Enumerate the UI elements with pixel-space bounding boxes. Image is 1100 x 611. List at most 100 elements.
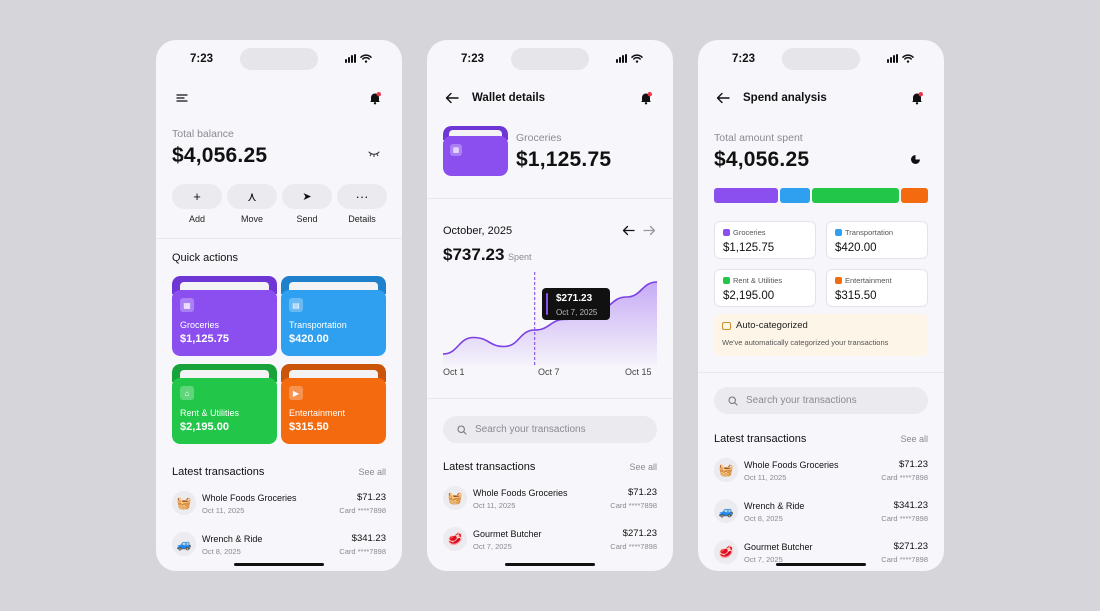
- category-share-bar: [714, 188, 928, 203]
- send-label: Send: [296, 214, 318, 224]
- total-label: Total amount spent: [714, 132, 803, 144]
- wifi-icon: [360, 54, 372, 63]
- transaction-card: Card ****7898: [610, 501, 657, 510]
- wallet-name: Entertainment: [289, 408, 346, 418]
- previous-month-arrow-icon[interactable]: [622, 225, 635, 236]
- search-placeholder: Search your transactions: [746, 395, 857, 406]
- transaction-date: Oct 11, 2025: [473, 501, 516, 510]
- wallet-card-groceries[interactable]: ▦ Groceries $1,125.75: [172, 276, 277, 356]
- share-segment: [900, 188, 928, 203]
- transaction-amount: $71.23: [898, 459, 928, 470]
- transaction-name: Wrench & Ride: [202, 534, 263, 544]
- x-tick-label: Oct 15: [625, 367, 652, 377]
- wallet-card-entertainment[interactable]: ▶ Entertainment $315.50: [281, 364, 386, 444]
- transaction-date: Oct 8, 2025: [744, 514, 783, 523]
- move-label: Move: [240, 214, 263, 224]
- total-amount: $4,056.25: [714, 148, 810, 171]
- groceries-icon: [723, 229, 730, 236]
- phone-home-screen: 7:23 Total balance $4,056.25 + ⋏ ➤ ··· A…: [156, 40, 402, 571]
- transaction-amount: $71.23: [356, 492, 386, 503]
- category-rent-utilities[interactable]: Rent & Utilities $2,195.00: [714, 269, 816, 307]
- dynamic-island: [511, 48, 589, 70]
- wallet-name: Groceries: [516, 132, 562, 144]
- meat-icon: 🥩: [443, 527, 467, 551]
- wallet-amount: $420.00: [289, 333, 329, 345]
- menu-icon[interactable]: [176, 93, 188, 102]
- move-button[interactable]: ⋏: [227, 184, 277, 209]
- category-name: Rent & Utilities: [733, 276, 783, 285]
- category-amount: $315.50: [835, 290, 877, 302]
- notification-bell-icon[interactable]: [639, 91, 653, 105]
- see-all-link[interactable]: See all: [900, 434, 928, 444]
- transaction-card: Card ****7898: [881, 514, 928, 523]
- see-all-link[interactable]: See all: [358, 467, 386, 477]
- status-icons: [887, 54, 914, 63]
- wallet-name: Transportation: [289, 320, 347, 330]
- signal-icon: [616, 54, 627, 63]
- back-arrow-icon[interactable]: [445, 92, 459, 104]
- share-segment: [714, 188, 779, 203]
- transportation-icon: [835, 229, 842, 236]
- wallet-amount: $1,125.75: [516, 148, 612, 171]
- category-groceries[interactable]: Groceries $1,125.75: [714, 221, 816, 259]
- auto-categorized-title: Auto-categorized: [736, 320, 808, 331]
- dynamic-island: [782, 48, 860, 70]
- category-transportation[interactable]: Transportation $420.00: [826, 221, 928, 259]
- auto-categorized-banner: Auto-categorized We've automatically cat…: [714, 314, 928, 356]
- search-placeholder: Search your transactions: [475, 424, 586, 435]
- search-input[interactable]: Search your transactions: [443, 416, 657, 443]
- car-icon: 🚙: [172, 532, 196, 556]
- wallet-card-rent-utilities[interactable]: ⌂ Rent & Utilities $2,195.00: [172, 364, 277, 444]
- details-label: Details: [348, 214, 376, 224]
- details-button[interactable]: ···: [337, 184, 387, 209]
- spent-amount: $737.23: [443, 245, 505, 264]
- divider: [427, 198, 673, 199]
- wallet-amount: $315.50: [289, 421, 329, 433]
- category-entertainment[interactable]: Entertainment $315.50: [826, 269, 928, 307]
- transaction-card: Card ****7898: [881, 473, 928, 482]
- divider: [698, 372, 944, 373]
- status-time: 7:23: [190, 53, 214, 65]
- phone-spend-analysis-screen: 7:23 Spend analysis Total amount spent $…: [698, 40, 944, 571]
- transaction-amount: $271.23: [622, 528, 657, 539]
- transaction-date: Oct 11, 2025: [202, 506, 245, 515]
- next-month-arrow-icon[interactable]: [643, 225, 656, 236]
- share-segment: [780, 188, 810, 203]
- status-icons: [616, 54, 643, 63]
- tooltip-date: Oct 7, 2025: [556, 308, 598, 317]
- see-all-link[interactable]: See all: [629, 462, 657, 472]
- transaction-card: Card ****7898: [881, 555, 928, 564]
- transaction-card: Card ****7898: [339, 506, 386, 515]
- move-icon: ⋏: [247, 188, 257, 204]
- add-button[interactable]: +: [172, 184, 222, 209]
- transaction-name: Gourmet Butcher: [744, 542, 813, 552]
- hide-balance-icon[interactable]: [368, 150, 380, 158]
- transaction-date: Oct 11, 2025: [744, 473, 787, 482]
- send-icon: ➤: [302, 191, 312, 203]
- notification-bell-icon[interactable]: [368, 91, 382, 105]
- pie-chart-icon[interactable]: [910, 154, 921, 165]
- add-label: Add: [188, 214, 205, 224]
- search-input[interactable]: Search your transactions: [714, 387, 928, 414]
- chart-tooltip: $271.23 Oct 7, 2025: [542, 288, 610, 320]
- transaction-date: Oct 8, 2025: [202, 547, 241, 556]
- page-title: Wallet details: [472, 92, 546, 104]
- notification-bell-icon[interactable]: [910, 91, 924, 105]
- wallet-name: Groceries: [180, 320, 220, 330]
- category-amount: $1,125.75: [723, 242, 775, 254]
- bus-icon: ▤: [289, 298, 303, 312]
- home-indicator: [505, 563, 595, 566]
- category-name: Groceries: [733, 228, 766, 237]
- page-title: Spend analysis: [743, 92, 827, 104]
- wallet-card-transportation[interactable]: ▤ Transportation $420.00: [281, 276, 386, 356]
- x-tick-label: Oct 7: [538, 367, 560, 377]
- home-icon: ⌂: [180, 386, 194, 400]
- transaction-amount: $341.23: [893, 500, 928, 511]
- wifi-icon: [631, 54, 643, 63]
- wallet-amount: $2,195.00: [180, 421, 229, 433]
- back-arrow-icon[interactable]: [716, 92, 730, 104]
- wallet-card-icon: ▦: [443, 126, 508, 176]
- status-icons: [345, 54, 372, 63]
- grocery-basket-icon: 🧺: [714, 458, 738, 482]
- send-button[interactable]: ➤: [282, 184, 332, 209]
